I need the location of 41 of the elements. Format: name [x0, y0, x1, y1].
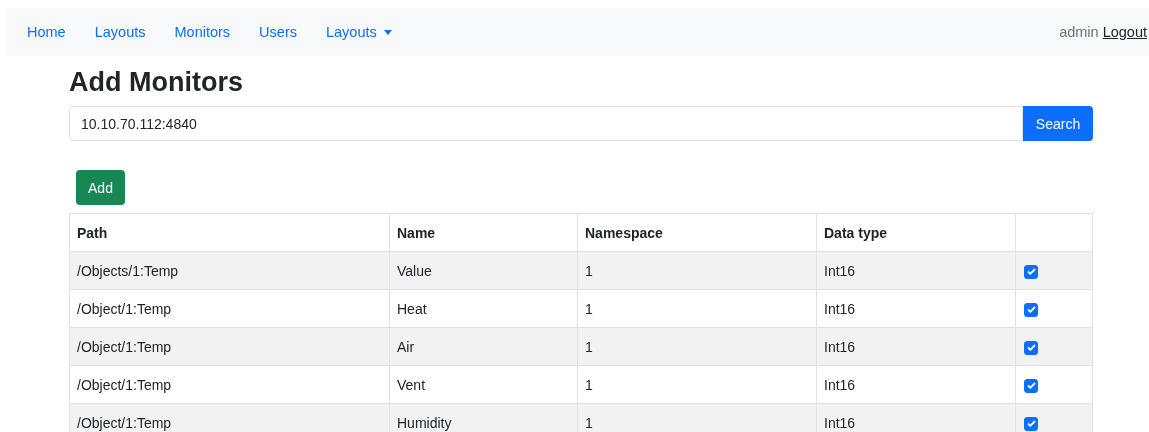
column-header: Data type [816, 213, 1016, 252]
table-cell: 1 [577, 289, 817, 328]
nav-link[interactable]: Layouts [94, 24, 146, 40]
search-field[interactable]: 10.10.70.112:4840 [69, 106, 1023, 141]
table-cell: /Object/1:Temp [69, 403, 390, 432]
table-cell: 1 [577, 251, 817, 290]
checkbox[interactable] [1024, 264, 1038, 279]
table-cell: /Object/1:Temp [69, 289, 390, 328]
table-cell: 1 [577, 365, 817, 404]
table-cell: Int16 [816, 327, 1016, 366]
table-cell: Heat [389, 289, 578, 328]
table-cell: Int16 [816, 251, 1016, 290]
table-cell: /Object/1:Temp [69, 365, 390, 404]
nav-link[interactable]: Home [27, 24, 66, 40]
table-cell: Int16 [816, 403, 1016, 432]
nav-link[interactable]: Users [259, 24, 297, 40]
username: admin [1059, 24, 1099, 40]
column-header: Name [389, 213, 578, 252]
logout-link[interactable]: Logout [1102, 24, 1147, 40]
caret-icon [383, 29, 392, 35]
table-cell: 1 [577, 403, 817, 432]
column-header: Namespace [577, 213, 817, 252]
table-cell: Vent [389, 365, 578, 404]
checkbox[interactable] [1024, 302, 1038, 317]
column-header: Path [69, 213, 390, 252]
table-cell: Humidity [389, 403, 578, 432]
nav-link[interactable]: Layouts [325, 24, 392, 40]
nav-link[interactable]: Monitors [174, 24, 231, 40]
table-cell: /Objects/1:Temp [69, 251, 390, 290]
table-cell: /Object/1:Temp [69, 327, 390, 366]
table-cell: Int16 [816, 289, 1016, 328]
table-cell: Int16 [816, 365, 1016, 404]
page-title: Add Monitors [69, 66, 244, 98]
table-cell: Air [389, 327, 578, 366]
checkbox[interactable] [1024, 378, 1038, 393]
search-button[interactable]: Search [1023, 106, 1093, 141]
table-cell: Value [389, 251, 578, 290]
checkbox[interactable] [1024, 416, 1038, 431]
checkbox[interactable] [1024, 340, 1038, 355]
table-cell: 1 [577, 327, 817, 366]
add-button[interactable]: Add [76, 170, 125, 205]
